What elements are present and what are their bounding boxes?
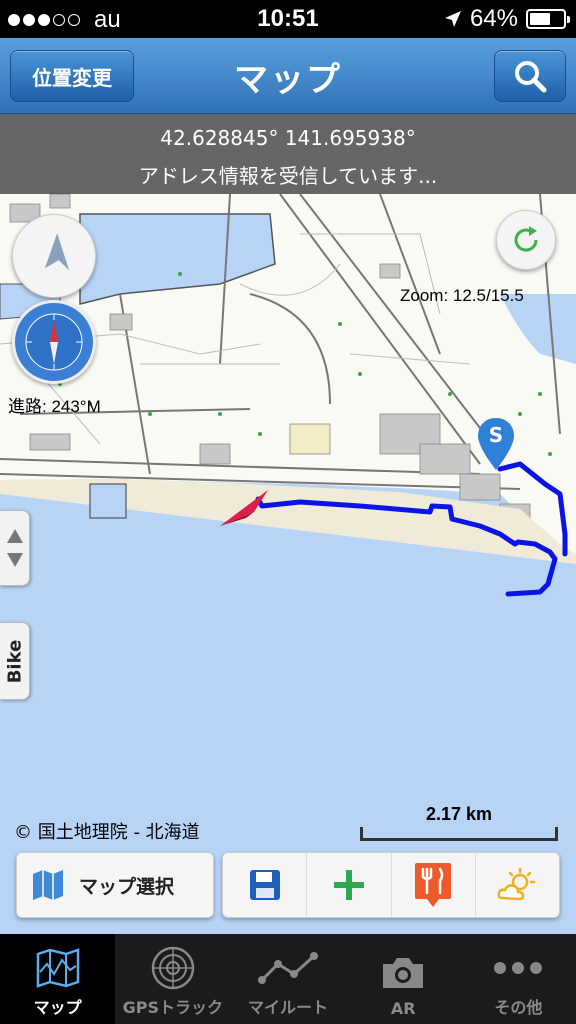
camera-icon [383, 958, 424, 988]
refresh-icon [514, 226, 538, 252]
scale-label: 2.17 km [425, 804, 493, 824]
battery-percent: 64% [469, 5, 518, 32]
map-select-label: マップ選択 [79, 875, 175, 898]
map-view[interactable]: 42.628845° 141.695938° アドレス情報を受信しています...… [0, 114, 576, 934]
restaurant-button[interactable] [392, 853, 476, 917]
status-bar: au 10:51 64% [0, 0, 576, 38]
save-icon [249, 870, 280, 900]
tab-my-route[interactable]: マイルート [230, 934, 345, 1024]
radar-icon [151, 946, 195, 990]
action-button-group [222, 852, 560, 918]
page-title: マップ [234, 60, 342, 100]
tab-map[interactable]: マップ [0, 934, 116, 1024]
restaurant-icon [415, 863, 452, 907]
tab-my-route-label: マイルート [248, 998, 329, 1017]
more-icon [494, 962, 543, 974]
start-marker-label: S [488, 423, 504, 447]
tab-map-label: マップ [33, 998, 82, 1017]
search-icon [515, 61, 547, 93]
compass-icon [25, 313, 83, 371]
location-info-bar: 42.628845° 141.695938° アドレス情報を受信しています... [0, 114, 576, 194]
bike-tab-label: Bike [4, 639, 25, 683]
scale-bar: 2.17 km [360, 804, 558, 841]
tab-ar[interactable]: AR [346, 934, 461, 1024]
weather-icon [497, 868, 536, 901]
refresh-button[interactable] [496, 210, 556, 270]
map-icon [36, 948, 79, 988]
compass-button[interactable] [12, 300, 96, 384]
search-button[interactable] [494, 50, 566, 102]
tab-more[interactable]: その他 [461, 934, 576, 1024]
tab-gps-track[interactable]: GPSトラック [115, 934, 230, 1024]
route-icon [258, 952, 318, 984]
current-position-arrow-icon [220, 490, 268, 526]
tab-gps-track-label: GPSトラック [122, 998, 223, 1017]
map-toolbar: マップ選択 [0, 852, 576, 922]
weather-button[interactable] [476, 853, 559, 917]
battery-icon [526, 9, 570, 29]
location-arrow-icon [444, 11, 461, 27]
address-status-text: アドレス情報を受信しています... [138, 164, 438, 188]
heading-label: 進路: 243°M [8, 397, 101, 416]
tab-more-label: その他 [494, 998, 543, 1017]
add-icon [333, 870, 364, 900]
map-icon [33, 870, 63, 900]
navigation-bar: 位置変更 マップ [0, 38, 576, 114]
map-select-button[interactable]: マップ選択 [16, 852, 214, 918]
map-attribution: © 国土地理院 - 北海道 [14, 822, 200, 843]
tab-ar-label: AR [390, 999, 416, 1018]
bike-mode-tab[interactable]: Bike [0, 622, 30, 700]
layer-scroll-tab[interactable] [0, 510, 30, 586]
up-down-arrows-icon [6, 529, 23, 567]
add-button[interactable] [307, 853, 392, 917]
zoom-label: Zoom: 12.5/15.5 [400, 286, 524, 305]
tab-bar: マップ GPSトラック マイルート AR その他 [0, 934, 576, 1024]
save-button[interactable] [223, 853, 308, 917]
follow-location-button[interactable] [12, 214, 96, 298]
coordinates-text: 42.628845° 141.695938° [160, 126, 416, 150]
start-marker[interactable]: S [476, 416, 516, 476]
navigation-arrow-icon [44, 233, 70, 271]
